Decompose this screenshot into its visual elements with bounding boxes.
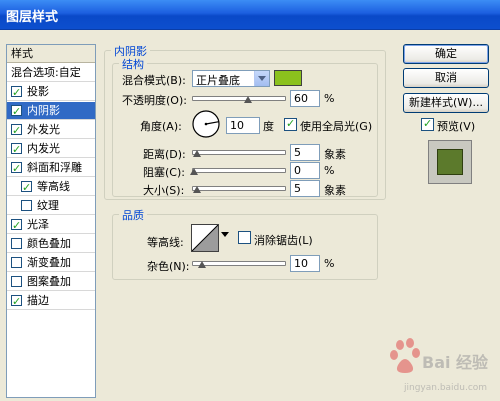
global-light-label[interactable]: 使用全局光(G) — [300, 118, 372, 134]
size-field[interactable]: 5 — [290, 180, 320, 197]
angle-field[interactable]: 10 — [226, 117, 260, 134]
noise-slider-thumb[interactable] — [198, 261, 206, 268]
preview-checkbox[interactable] — [421, 117, 434, 131]
baidu-watermark: Bai 经验 jingyan.baidu.com — [378, 335, 496, 397]
sidebar-item[interactable]: 投影 — [7, 83, 95, 101]
opacity-slider[interactable] — [192, 96, 286, 101]
opacity-field[interactable]: 60 — [290, 90, 320, 107]
chevron-down-icon — [254, 71, 269, 86]
new-style-button[interactable]: 新建样式(W)... — [403, 93, 489, 113]
watermark-subtext: jingyan.baidu.com — [404, 383, 488, 393]
sidebar-item-label: 投影 — [27, 85, 49, 98]
noise-unit: % — [324, 257, 335, 270]
sidebar-item[interactable]: 颜色叠加 — [7, 235, 95, 253]
sidebar-item[interactable]: 纹理 — [7, 197, 95, 215]
opacity-slider-thumb[interactable] — [244, 96, 252, 103]
contour-label: 等高线: — [147, 236, 184, 249]
sidebar-item[interactable]: 外发光 — [7, 121, 95, 139]
chevron-down-icon — [221, 232, 229, 237]
sidebar-item[interactable]: 描边 — [7, 292, 95, 310]
sidebar-item-label: 外发光 — [27, 123, 60, 136]
preview-label[interactable]: 预览(V) — [437, 118, 475, 134]
size-label: 大小(S): — [143, 184, 185, 197]
sidebar-item-checkbox[interactable] — [11, 122, 22, 139]
sidebar-item-label: 内发光 — [27, 142, 60, 155]
preview-swatch — [437, 149, 463, 175]
sidebar-item-checkbox[interactable] — [11, 276, 22, 287]
sidebar-item[interactable]: 图案叠加 — [7, 273, 95, 291]
style-list-header: 样式 — [7, 45, 95, 63]
antialias-checkbox[interactable] — [238, 231, 251, 244]
quality-title: 品质 — [119, 207, 147, 223]
sidebar-item-checkbox[interactable] — [11, 103, 22, 120]
size-unit: 象素 — [324, 184, 346, 197]
sidebar-item-blend-options[interactable]: 混合选项:自定 — [7, 64, 95, 82]
distance-slider-thumb[interactable] — [193, 150, 201, 157]
cancel-button[interactable]: 取消 — [403, 68, 489, 88]
sidebar-item-checkbox[interactable] — [21, 179, 32, 196]
noise-field[interactable]: 10 — [290, 255, 320, 272]
distance-field[interactable]: 5 — [290, 144, 320, 161]
contour-picker[interactable] — [191, 224, 219, 252]
watermark-text: Bai 经验 — [422, 353, 489, 372]
blend-mode-select[interactable]: 正片叠底 — [192, 70, 270, 87]
structure-title: 结构 — [119, 56, 147, 72]
choke-unit: % — [324, 164, 335, 177]
sidebar-item-label: 斜面和浮雕 — [27, 161, 82, 174]
sidebar-item[interactable]: 光泽 — [7, 216, 95, 234]
contour-dropdown[interactable] — [220, 228, 230, 242]
sidebar-item[interactable]: 等高线 — [7, 178, 95, 196]
distance-label: 距离(D): — [143, 148, 186, 161]
antialias-label[interactable]: 消除锯齿(L) — [254, 232, 313, 248]
window-title: 图层样式 — [6, 10, 59, 25]
sidebar-item-checkbox[interactable] — [11, 141, 22, 158]
angle-dial[interactable] — [191, 109, 221, 139]
opacity-label: 不透明度(O): — [122, 94, 187, 107]
sidebar-item-label: 颜色叠加 — [27, 237, 71, 250]
noise-slider[interactable] — [192, 261, 286, 266]
choke-label: 阻塞(C): — [143, 166, 185, 179]
sidebar-item-checkbox[interactable] — [11, 84, 22, 101]
contour-curve-icon — [191, 224, 219, 252]
global-light-checkbox[interactable] — [284, 117, 297, 131]
sidebar-item-label: 图案叠加 — [27, 275, 71, 288]
sidebar-item-label: 纹理 — [37, 199, 59, 212]
blend-color-swatch[interactable] — [274, 70, 302, 86]
style-list: 样式 混合选项:自定 投影内阴影外发光内发光斜面和浮雕等高线纹理光泽颜色叠加渐变… — [6, 44, 96, 398]
choke-slider[interactable] — [192, 168, 286, 173]
ok-button[interactable]: 确定 — [403, 44, 489, 64]
sidebar-item-label: 渐变叠加 — [27, 256, 71, 269]
sidebar-item-label: 内阴影 — [27, 104, 60, 117]
preview-thumbnail — [428, 140, 472, 184]
sidebar-item-label: 光泽 — [27, 218, 49, 231]
sidebar-item-label: 描边 — [27, 294, 49, 307]
angle-label: 角度(A): — [140, 120, 182, 133]
sidebar-item[interactable]: 斜面和浮雕 — [7, 159, 95, 177]
sidebar-item-checkbox[interactable] — [11, 238, 22, 249]
noise-label: 杂色(N): — [147, 260, 190, 273]
angle-dial-icon — [192, 110, 220, 138]
distance-unit: 象素 — [324, 148, 346, 161]
sidebar-item-checkbox[interactable] — [11, 160, 22, 177]
sidebar-item-checkbox[interactable] — [11, 293, 22, 310]
angle-unit: 度 — [263, 120, 274, 133]
sidebar-item[interactable]: 渐变叠加 — [7, 254, 95, 272]
title-bar: 图层样式 — [0, 0, 500, 30]
blend-mode-value: 正片叠底 — [196, 74, 240, 87]
sidebar-item[interactable]: 内发光 — [7, 140, 95, 158]
distance-slider[interactable] — [192, 150, 286, 155]
sidebar-item-checkbox[interactable] — [21, 200, 32, 211]
sidebar-item-label: 等高线 — [37, 180, 70, 193]
sidebar-item[interactable]: 内阴影 — [7, 102, 95, 120]
opacity-unit: % — [324, 92, 335, 105]
size-slider-thumb[interactable] — [193, 186, 201, 193]
choke-field[interactable]: 0 — [290, 162, 320, 179]
blend-mode-label: 混合模式(B): — [122, 74, 186, 87]
choke-slider-thumb[interactable] — [190, 168, 198, 175]
size-slider[interactable] — [192, 186, 286, 191]
sidebar-item-checkbox[interactable] — [11, 257, 22, 268]
sidebar-item-checkbox[interactable] — [11, 217, 22, 234]
